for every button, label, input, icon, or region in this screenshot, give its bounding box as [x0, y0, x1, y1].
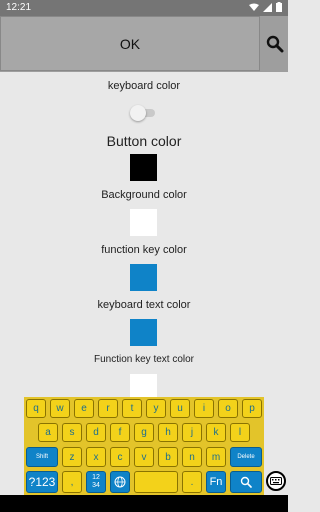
- toggle-thumb: [130, 105, 146, 121]
- key-v[interactable]: v: [134, 447, 154, 467]
- globe-icon: [114, 476, 126, 488]
- key-a[interactable]: a: [38, 423, 58, 442]
- key-t[interactable]: t: [122, 399, 142, 418]
- keyboard-toggle-button[interactable]: [266, 471, 286, 491]
- key-i[interactable]: i: [194, 399, 214, 418]
- key-j[interactable]: j: [182, 423, 202, 442]
- key-h[interactable]: h: [158, 423, 178, 442]
- search-icon: [240, 476, 252, 488]
- ok-button[interactable]: OK: [0, 16, 260, 71]
- delete-key[interactable]: Delete: [230, 447, 262, 467]
- key-y[interactable]: y: [146, 399, 166, 418]
- search-key[interactable]: [230, 471, 262, 493]
- wifi-icon: [249, 3, 259, 11]
- navigation-bar: [0, 495, 288, 512]
- keyboard-color-toggle[interactable]: [130, 105, 158, 121]
- pager-top: 12: [92, 474, 100, 481]
- key-u[interactable]: u: [170, 399, 190, 418]
- key-z[interactable]: z: [62, 447, 82, 467]
- key-x[interactable]: x: [86, 447, 106, 467]
- key-g[interactable]: g: [134, 423, 154, 442]
- key-b[interactable]: b: [158, 447, 178, 467]
- num-key[interactable]: ?123: [26, 471, 58, 493]
- keyboard-text-color-swatch[interactable]: [130, 319, 157, 346]
- button-color-swatch[interactable]: [130, 154, 157, 181]
- status-bar: 12:21: [0, 0, 288, 16]
- key-k[interactable]: k: [206, 423, 226, 442]
- keyboard-icon: [270, 477, 282, 485]
- key-s[interactable]: s: [62, 423, 82, 442]
- globe-key[interactable]: [110, 471, 130, 493]
- key-period[interactable]: .: [182, 471, 202, 493]
- status-icons: [249, 2, 282, 12]
- key-f[interactable]: f: [110, 423, 130, 442]
- keyboard-text-color-label: keyboard text color: [97, 299, 191, 311]
- key-comma[interactable]: ,: [62, 471, 82, 493]
- signal-icon: [263, 2, 272, 12]
- key-e[interactable]: e: [74, 399, 94, 418]
- key-o[interactable]: o: [218, 399, 238, 418]
- function-key-text-color-label: Function key text color: [93, 354, 195, 365]
- button-color-label: Button color: [106, 133, 182, 149]
- background-color-swatch[interactable]: [130, 209, 157, 236]
- key-w[interactable]: w: [50, 399, 70, 418]
- keyboard-color-label: keyboard color: [107, 80, 181, 92]
- function-key-color-swatch[interactable]: [130, 264, 157, 291]
- function-key-color-label: function key color: [101, 244, 187, 256]
- search-icon: [266, 35, 283, 52]
- key-l[interactable]: l: [230, 423, 250, 442]
- pager-key[interactable]: 12 34: [86, 471, 106, 493]
- status-time: 12:21: [6, 2, 32, 13]
- fn-key[interactable]: Fn: [206, 471, 226, 493]
- keyboard-preview: q w e r t y u i o p a s d f g h j k l Sh…: [24, 397, 264, 495]
- key-q[interactable]: q: [26, 399, 46, 418]
- key-c[interactable]: c: [110, 447, 130, 467]
- battery-icon: [276, 2, 282, 12]
- key-n[interactable]: n: [182, 447, 202, 467]
- key-m[interactable]: m: [206, 447, 226, 467]
- key-r[interactable]: r: [98, 399, 118, 418]
- search-button[interactable]: [261, 16, 288, 71]
- key-p[interactable]: p: [242, 399, 262, 418]
- shift-key[interactable]: Shift: [26, 447, 58, 467]
- pager-bottom: 34: [92, 482, 100, 489]
- top-bar: OK: [0, 16, 288, 72]
- background-color-label: Background color: [101, 189, 187, 201]
- key-d[interactable]: d: [86, 423, 106, 442]
- space-key[interactable]: [134, 471, 178, 493]
